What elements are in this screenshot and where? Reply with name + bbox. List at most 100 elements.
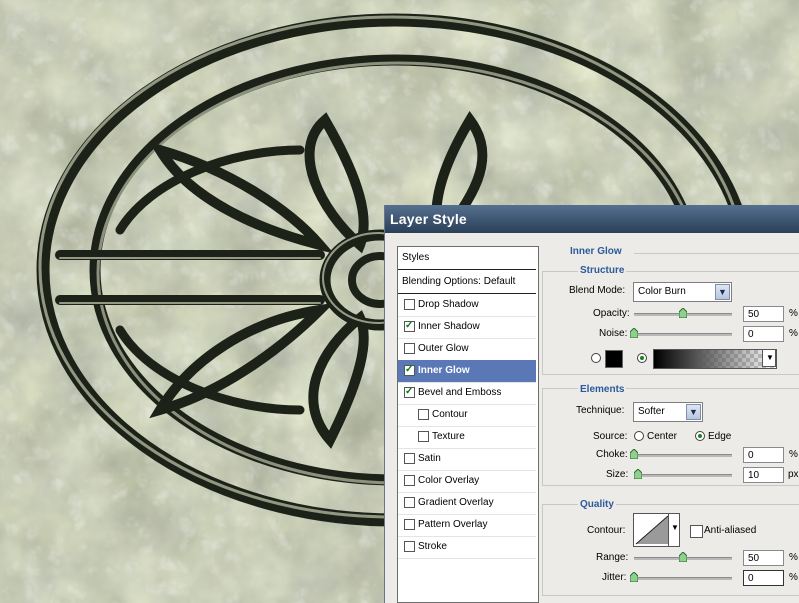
styles-item-contour[interactable]: Contour bbox=[398, 404, 536, 427]
quality-heading: Quality bbox=[578, 499, 616, 510]
source-center-label: Center bbox=[647, 431, 678, 442]
styles-item-label: Texture bbox=[432, 431, 465, 442]
styles-item-bevel-emboss[interactable]: ✓ Bevel and Emboss bbox=[398, 382, 536, 405]
jitter-label: Jitter: bbox=[602, 572, 627, 583]
gradient-radio[interactable] bbox=[637, 353, 647, 363]
jitter-input[interactable]: 0 bbox=[743, 570, 784, 586]
chevron-down-icon: ▼ bbox=[766, 353, 774, 362]
chevron-down-icon: ▼ bbox=[671, 523, 679, 532]
elements-heading: Elements bbox=[578, 384, 627, 395]
opacity-slider[interactable] bbox=[634, 308, 732, 318]
blend-mode-value: Color Burn bbox=[638, 286, 686, 297]
range-slider-thumb[interactable] bbox=[679, 552, 687, 562]
range-input[interactable]: 50 bbox=[743, 550, 784, 566]
styles-item-outer-glow[interactable]: Outer Glow bbox=[398, 338, 536, 361]
gradient-preview[interactable] bbox=[653, 349, 777, 369]
contour-checkbox[interactable] bbox=[418, 409, 429, 420]
color-overlay-checkbox[interactable] bbox=[404, 475, 415, 486]
noise-slider-thumb[interactable] bbox=[630, 328, 638, 338]
styles-item-label: Pattern Overlay bbox=[418, 519, 488, 530]
styles-item-inner-shadow[interactable]: ✓ Inner Shadow bbox=[398, 316, 536, 339]
styles-item-label: Gradient Overlay bbox=[418, 497, 494, 508]
pattern-overlay-checkbox[interactable] bbox=[404, 519, 415, 530]
source-edge-label: Edge bbox=[708, 431, 732, 442]
source-edge-radio[interactable] bbox=[695, 431, 705, 441]
radio-selected-dot bbox=[640, 356, 644, 360]
bevel-emboss-checkbox[interactable]: ✓ bbox=[404, 386, 415, 398]
glow-color-swatch[interactable] bbox=[605, 350, 623, 368]
opacity-unit: % bbox=[789, 308, 798, 319]
styles-item-satin[interactable]: Satin bbox=[398, 448, 536, 471]
stroke-checkbox[interactable] bbox=[404, 541, 415, 552]
opacity-input[interactable]: 50 bbox=[743, 306, 784, 322]
contour-picker[interactable] bbox=[633, 513, 671, 547]
styles-item-blending-options[interactable]: Blending Options: Default bbox=[398, 271, 536, 294]
noise-label: Noise: bbox=[599, 328, 628, 339]
styles-item-label: Drop Shadow bbox=[418, 299, 479, 310]
noise-input[interactable]: 0 bbox=[743, 326, 784, 342]
noise-unit: % bbox=[789, 328, 798, 339]
range-unit: % bbox=[789, 552, 798, 563]
size-slider-thumb[interactable] bbox=[633, 469, 642, 479]
chevron-down-icon: ▼ bbox=[715, 284, 730, 300]
choke-label: Choke: bbox=[596, 449, 628, 460]
styles-item-label: Color Overlay bbox=[418, 475, 480, 486]
styles-item-gradient-overlay[interactable]: Gradient Overlay bbox=[398, 492, 536, 515]
dialog-title: Layer Style bbox=[390, 211, 467, 227]
styles-item-texture[interactable]: Texture bbox=[398, 426, 536, 449]
blend-mode-select[interactable]: Color Burn ▼ bbox=[633, 282, 732, 302]
texture-checkbox[interactable] bbox=[418, 431, 429, 442]
source-center-radio[interactable] bbox=[634, 431, 644, 441]
gradient-overlay-checkbox[interactable] bbox=[404, 497, 415, 508]
styles-item-label: Bevel and Emboss bbox=[418, 387, 502, 398]
outer-glow-checkbox[interactable] bbox=[404, 343, 415, 354]
styles-item-drop-shadow[interactable]: Drop Shadow bbox=[398, 294, 536, 317]
styles-header-label: Styles bbox=[402, 252, 430, 263]
source-label: Source: bbox=[593, 431, 628, 442]
styles-item-pattern-overlay[interactable]: Pattern Overlay bbox=[398, 514, 536, 537]
jitter-slider[interactable] bbox=[630, 572, 732, 582]
checkmark-icon: ✓ bbox=[405, 320, 414, 331]
choke-slider[interactable] bbox=[630, 449, 732, 459]
range-label: Range: bbox=[596, 552, 629, 563]
styles-item-inner-glow[interactable]: ✓ Inner Glow bbox=[398, 360, 536, 383]
jitter-unit: % bbox=[789, 572, 798, 583]
styles-item-label: Outer Glow bbox=[418, 343, 469, 354]
noise-slider[interactable] bbox=[630, 328, 732, 338]
styles-item-color-overlay[interactable]: Color Overlay bbox=[398, 470, 536, 493]
contour-dropdown-button[interactable]: ▼ bbox=[668, 513, 680, 547]
technique-select[interactable]: Softer ▼ bbox=[633, 402, 703, 422]
jitter-slider-thumb[interactable] bbox=[630, 572, 638, 582]
styles-item-label: Inner Shadow bbox=[418, 321, 480, 332]
gradient-picker-button[interactable]: ▼ bbox=[762, 349, 776, 367]
styles-item-label: Contour bbox=[432, 409, 468, 420]
contour-label: Contour: bbox=[587, 525, 626, 536]
opacity-slider-thumb[interactable] bbox=[679, 308, 687, 318]
inner-glow-panel: Inner Glow Structure Blend Mode: Color B… bbox=[542, 233, 799, 603]
technique-value: Softer bbox=[638, 406, 665, 417]
range-slider[interactable] bbox=[634, 552, 732, 562]
choke-slider-thumb[interactable] bbox=[630, 449, 638, 459]
drop-shadow-checkbox[interactable] bbox=[404, 299, 415, 310]
styles-item-label: Stroke bbox=[418, 541, 447, 552]
anti-aliased-checkbox[interactable] bbox=[690, 525, 703, 538]
dialog-titlebar[interactable]: Layer Style bbox=[385, 205, 799, 233]
chevron-down-icon: ▼ bbox=[686, 404, 701, 420]
technique-label: Technique: bbox=[576, 405, 625, 416]
styles-item-label: Inner Glow bbox=[418, 365, 470, 376]
styles-item-stroke[interactable]: Stroke bbox=[398, 536, 536, 559]
inner-glow-checkbox[interactable]: ✓ bbox=[404, 364, 415, 376]
choke-input[interactable]: 0 bbox=[743, 447, 784, 463]
inner-shadow-checkbox[interactable]: ✓ bbox=[404, 320, 415, 332]
checkmark-icon: ✓ bbox=[405, 364, 414, 375]
satin-checkbox[interactable] bbox=[404, 453, 415, 464]
blend-mode-label: Blend Mode: bbox=[569, 285, 626, 296]
layer-style-dialog: Layer Style Styles Blending Options: Def… bbox=[384, 205, 799, 603]
size-input[interactable]: 10 bbox=[743, 467, 784, 483]
styles-item-label: Satin bbox=[418, 453, 441, 464]
size-slider[interactable] bbox=[633, 469, 732, 479]
radio-selected-dot bbox=[698, 434, 702, 438]
styles-header[interactable]: Styles bbox=[398, 247, 536, 270]
solid-color-radio[interactable] bbox=[591, 353, 601, 363]
opacity-label: Opacity: bbox=[593, 308, 630, 319]
